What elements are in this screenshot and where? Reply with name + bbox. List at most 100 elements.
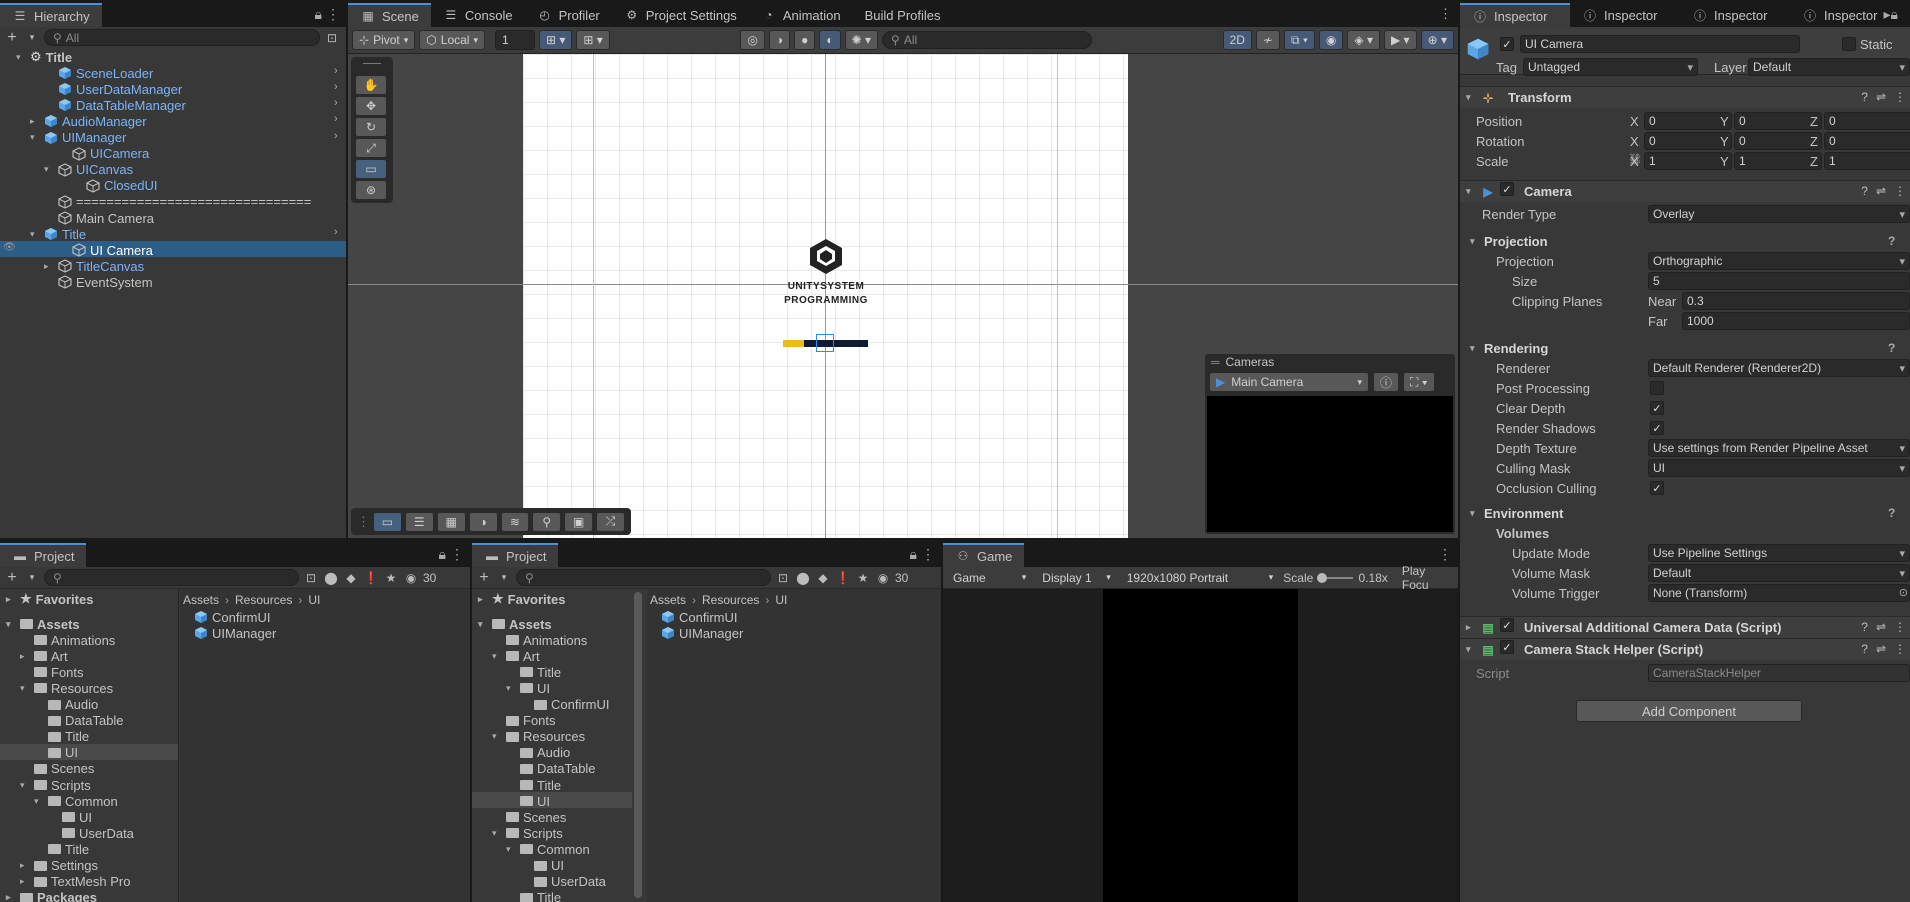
expand-icon[interactable]: ▸ [478,594,488,605]
add-component-button[interactable]: Add Component [1576,700,1802,722]
folder-tree-item[interactable]: UI [34,745,78,761]
display-dropdown[interactable]: Display 1 ▾ [1036,567,1115,588]
layer-dropdown[interactable]: Default [1748,58,1910,76]
more-menu-icon[interactable]: ⋮ [1894,90,1906,104]
tag-dropdown[interactable]: Untagged [1523,58,1698,76]
favorites-item[interactable]: ▸ ★ Favorites [6,591,93,607]
expand-icon[interactable]: ▾ [506,683,516,694]
expand-icon[interactable]: ▾ [492,731,502,742]
lock-icon[interactable]: 🔒︎ [315,6,322,23]
hierarchy-search-input[interactable]: ⚲ All [44,29,320,46]
lock-icon[interactable]: ▸🔒︎ [1883,6,1898,23]
folder-tree-item[interactable]: ▾ UI [506,680,550,696]
overlay-handle[interactable]: ⋮ [357,514,370,530]
warning-icon[interactable]: ❗ [363,570,379,586]
folder-tree-item[interactable]: ▾ Assets [478,616,552,632]
rotation-y-input[interactable]: 0 [1734,132,1822,150]
expand-icon[interactable]: ▾ [6,619,16,630]
hierarchy-item[interactable]: DataTableManager [44,97,186,113]
expand-icon[interactable]: ▸ [6,892,16,902]
tag-icon[interactable]: ◆ [815,570,831,586]
projection-dropdown[interactable]: Orthographic [1648,252,1910,270]
folder-tree-item[interactable]: Title [506,890,561,902]
expand-icon[interactable]: ▾ [20,780,30,791]
breadcrumb-item[interactable]: UI [775,593,787,607]
expand-icon[interactable]: ▾ [34,796,44,807]
tab-build-profiles[interactable]: Build Profiles [853,3,953,27]
folder-tree-item[interactable]: Animations [492,632,587,648]
expand-icon[interactable]: ▸ [20,860,30,871]
object-picker-icon[interactable]: ⊙ [1899,586,1908,599]
overlay-circle-button[interactable]: ◑ [468,511,498,532]
folder-tree-item[interactable]: Title [34,729,89,745]
folder-tree-item[interactable]: DataTable [34,713,124,729]
folder-tree-item[interactable]: Animations [20,632,115,648]
folder-tree-item[interactable]: ▸ Packages [6,890,97,902]
chevron-right-icon[interactable]: › [334,226,338,238]
overlay-grid-button[interactable]: ▦ [436,511,466,532]
fx-toggle-button[interactable]: ⧉ ▾ [1283,30,1315,50]
folder-tree-item[interactable]: Audio [34,697,98,713]
tab-hierarchy[interactable]: ☰ Hierarchy [0,3,102,27]
search-options-icon[interactable]: ⊡ [324,30,340,46]
rotation-x-input[interactable]: 0 [1644,132,1732,150]
project2-scrollbar[interactable] [634,592,642,898]
preset-icon[interactable]: ⇌ [1876,642,1886,656]
asset-item[interactable]: ConfirmUI [194,609,271,625]
hierarchy-item[interactable]: =============================== [44,194,311,210]
expand-icon[interactable]: ▸ [6,594,16,605]
tab-console[interactable]: ☰ Console [431,3,525,27]
filter-type-icon[interactable]: ⊡ [775,570,791,586]
folder-tree-item[interactable]: ▾ Scripts [20,777,91,793]
chevron-down-icon[interactable]: ▾ [24,30,40,46]
update-mode-dropdown[interactable]: Use Pipeline Settings [1648,544,1910,562]
csh-enabled-checkbox[interactable]: ✓ [1500,640,1514,654]
chevron-right-icon[interactable]: › [334,113,338,125]
tab-profiler[interactable]: ◴ Profiler [525,3,612,27]
chevron-down-icon[interactable]: ▾ [24,570,40,586]
more-menu-icon[interactable]: ⋮ [450,546,464,563]
snap-increment-button[interactable]: ⊞ ▾ [576,30,610,50]
move-tool-button[interactable]: ✥ [355,96,387,116]
expand-icon[interactable]: ▾ [492,828,502,839]
camera-select-dropdown[interactable]: ▶ Main Camera ▾ [1209,372,1369,392]
help-icon[interactable]: ? [1888,341,1895,355]
uacd-enabled-checkbox[interactable]: ✓ [1500,618,1514,632]
help-icon[interactable]: ? [1861,642,1868,656]
rotate-tool-button[interactable]: ↻ [355,117,387,137]
render-type-dropdown[interactable]: Overlay [1648,205,1910,223]
camera-enabled-checkbox[interactable]: ✓ [1500,182,1514,196]
rect-tool-button[interactable]: ▭ [355,159,387,179]
overlay-camera-button[interactable]: ▣ [564,511,594,532]
help-icon[interactable]: ? [1861,184,1868,198]
camera-info-button[interactable]: ⓘ [1373,372,1400,392]
hierarchy-item[interactable]: ▾ ⚙ Title [16,49,72,65]
overlay-rect-button[interactable]: ▭ [373,511,402,532]
visibility-eye-icon[interactable]: 👁︎ [3,242,16,253]
chevron-right-icon[interactable]: › [334,81,338,93]
preset-icon[interactable]: ⇌ [1876,620,1886,634]
renderer-dropdown[interactable]: Default Renderer (Renderer2D) [1648,359,1910,377]
render-shadows-checkbox[interactable]: ✓ [1650,421,1664,435]
gizmos-button[interactable]: ⊕ ▾ [1420,30,1454,50]
uacd-header[interactable]: ▸ ▤ Universal Additional Camera Data (Scri… [1460,616,1910,638]
tab-inspector-1[interactable]: ⓘ Inspector [1460,3,1570,27]
folder-tree-item[interactable]: UI [520,858,564,874]
folder-tree-item[interactable]: UI [48,809,92,825]
expand-icon[interactable]: ▸ [20,651,30,662]
near-input[interactable]: 0.3 [1682,292,1910,310]
hierarchy-item[interactable]: UserDataManager [44,81,182,97]
add-icon[interactable]: + [4,569,20,586]
scene-viewport[interactable]: UNITYSYSTEM PROGRAMMING ✋ ✥ ↻ ⤢ ▭ ⊛ ⋮ ▭ … [348,54,1458,538]
breadcrumb-item[interactable]: Assets [183,593,219,607]
scale-y-input[interactable]: 1 [1734,152,1822,170]
hierarchy-item[interactable]: EventSystem [44,274,153,290]
expand-icon[interactable]: ▾ [492,651,502,662]
more-menu-icon[interactable]: ⋮ [921,546,935,563]
folder-tree-item[interactable]: Scenes [20,761,94,777]
hierarchy-item[interactable]: ▾ Title [30,226,86,242]
more-menu-icon[interactable]: ⋮ [1894,184,1906,198]
static-checkbox[interactable] [1842,37,1856,51]
overlay-search-button[interactable]: ⚲ [532,511,562,532]
filter-label-icon[interactable]: ⬤ [323,570,339,586]
